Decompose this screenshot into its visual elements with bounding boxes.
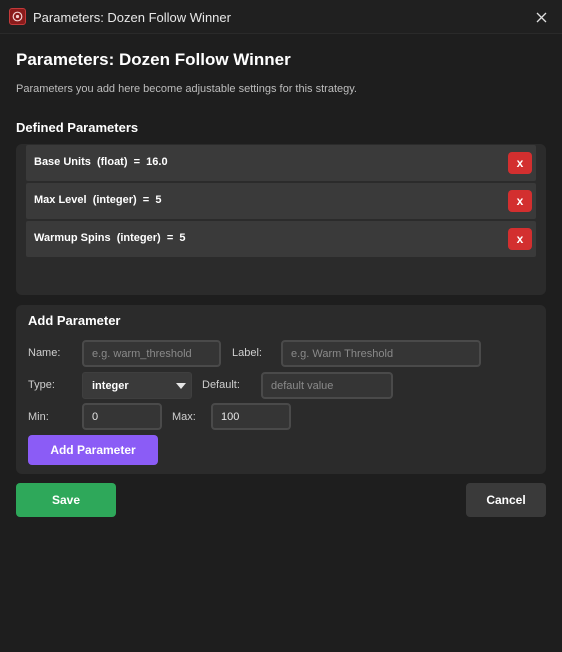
type-select[interactable]: integer bbox=[82, 372, 192, 399]
max-input[interactable] bbox=[211, 403, 291, 430]
title-bar: Parameters: Dozen Follow Winner bbox=[0, 0, 562, 34]
default-input[interactable] bbox=[261, 372, 393, 399]
parameter-row-warmup-spins: Warmup Spins (integer) = 5 x bbox=[26, 221, 536, 257]
type-select-value: integer bbox=[92, 380, 129, 392]
remove-parameter-button[interactable]: x bbox=[508, 152, 532, 174]
defined-parameters-heading: Defined Parameters bbox=[16, 120, 139, 135]
min-label: Min: bbox=[28, 411, 49, 423]
add-parameter-button[interactable]: Add Parameter bbox=[28, 435, 158, 465]
close-button[interactable] bbox=[532, 8, 550, 26]
parameters-dialog: Parameters: Dozen Follow Winner Paramete… bbox=[0, 0, 562, 652]
name-input[interactable] bbox=[82, 340, 221, 367]
name-label: Name: bbox=[28, 347, 61, 359]
save-button[interactable]: Save bbox=[16, 483, 116, 517]
app-logo-icon bbox=[9, 8, 26, 25]
parameter-label: Warmup Spins (integer) = 5 bbox=[34, 232, 186, 244]
remove-parameter-button[interactable]: x bbox=[508, 190, 532, 212]
max-label: Max: bbox=[172, 411, 196, 423]
add-parameter-panel: Add Parameter Name: Label: Type: integer… bbox=[16, 305, 546, 474]
type-label: Type: bbox=[28, 379, 55, 391]
label-input[interactable] bbox=[281, 340, 481, 367]
close-icon bbox=[536, 12, 546, 22]
add-parameter-heading: Add Parameter bbox=[28, 313, 121, 328]
default-label: Default: bbox=[202, 379, 240, 391]
parameter-label: Base Units (float) = 16.0 bbox=[34, 156, 168, 168]
page-description: Parameters you add here become adjustabl… bbox=[16, 83, 357, 95]
remove-parameter-button[interactable]: x bbox=[508, 228, 532, 250]
label-label: Label: bbox=[232, 347, 262, 359]
defined-parameters-list: Base Units (float) = 16.0 x Max Level (i… bbox=[16, 144, 546, 295]
cancel-button[interactable]: Cancel bbox=[466, 483, 546, 517]
parameter-row-max-level: Max Level (integer) = 5 x bbox=[26, 183, 536, 219]
chevron-down-icon bbox=[176, 383, 186, 389]
parameter-label: Max Level (integer) = 5 bbox=[34, 194, 162, 206]
min-input[interactable] bbox=[82, 403, 162, 430]
window-title: Parameters: Dozen Follow Winner bbox=[33, 10, 231, 25]
page-title: Parameters: Dozen Follow Winner bbox=[16, 50, 291, 69]
parameter-row-base-units: Base Units (float) = 16.0 x bbox=[26, 145, 536, 181]
